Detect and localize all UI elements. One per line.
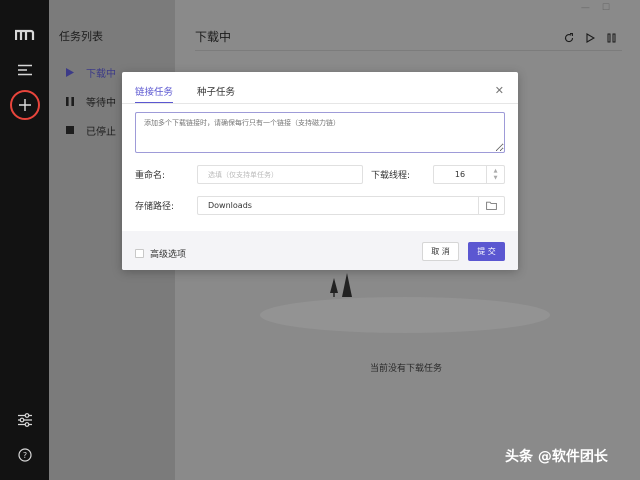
- threads-stepper[interactable]: 16 ▲ ▼: [433, 165, 505, 184]
- task-list-item-label: 已停止: [86, 126, 116, 138]
- new-task-dialog: 链接任务 种子任务 ✕ 重命名: 选填（仅支持单任务） 下载线程: 16 ▲ ▼…: [122, 72, 518, 270]
- close-icon[interactable]: ✕: [495, 84, 504, 97]
- url-input[interactable]: [135, 112, 505, 153]
- tab-link-task[interactable]: 链接任务: [135, 84, 174, 104]
- rename-placeholder: 选填（仅支持单任务）: [208, 170, 278, 179]
- chevron-down-icon[interactable]: ▼: [494, 175, 498, 182]
- icon-sidebar: ?: [0, 0, 49, 480]
- path-label: 存储路径:: [135, 202, 175, 212]
- empty-state-text: 当前没有下载任务: [370, 364, 443, 374]
- stepper-arrows[interactable]: ▲ ▼: [486, 166, 504, 183]
- main-divider: [195, 50, 622, 51]
- path-value: Downloads: [208, 201, 252, 210]
- path-input[interactable]: Downloads: [197, 196, 505, 215]
- menu-icon[interactable]: [0, 60, 49, 80]
- threads-value: 16: [454, 170, 466, 179]
- empty-illustration: [260, 273, 550, 333]
- task-list-item-waiting[interactable]: 等待中: [66, 93, 116, 109]
- advanced-options-label: 高级选项: [150, 250, 187, 260]
- submit-button[interactable]: 提 交: [468, 242, 505, 261]
- stop-icon: [66, 126, 86, 134]
- refresh-icon[interactable]: [564, 28, 574, 47]
- tab-divider: [122, 103, 518, 104]
- window-controls: — ☐: [581, 3, 610, 13]
- pause-icon: [66, 96, 86, 106]
- settings-icon[interactable]: [0, 410, 49, 430]
- task-list-item-label: 下载中: [86, 68, 116, 80]
- advanced-options-checkbox[interactable]: 高级选项: [135, 247, 186, 260]
- checkbox-icon[interactable]: [135, 249, 144, 258]
- threads-label: 下载线程:: [371, 171, 411, 181]
- play-icon[interactable]: [586, 28, 596, 47]
- task-list-item-stopped[interactable]: 已停止: [66, 122, 116, 138]
- folder-icon[interactable]: [478, 197, 504, 214]
- chevron-up-icon[interactable]: ▲: [494, 168, 498, 175]
- task-list-item-label: 等待中: [86, 97, 116, 109]
- help-icon[interactable]: ?: [0, 445, 49, 465]
- logo-icon: [0, 24, 49, 46]
- rename-label: 重命名:: [135, 171, 166, 181]
- add-task-icon[interactable]: [9, 90, 40, 120]
- pause-icon[interactable]: [607, 28, 616, 47]
- play-icon: [66, 67, 86, 77]
- cancel-button[interactable]: 取 消: [422, 242, 459, 261]
- add-task-button[interactable]: [0, 90, 49, 120]
- maximize-icon[interactable]: ☐: [602, 3, 610, 13]
- main-title: 下载中: [195, 30, 232, 44]
- watermark: 头条 @软件团长: [505, 449, 608, 465]
- tab-torrent-task[interactable]: 种子任务: [197, 84, 235, 104]
- task-list-title: 任务列表: [59, 30, 103, 43]
- rename-input[interactable]: 选填（仅支持单任务）: [197, 165, 363, 184]
- main-toolbar: [564, 28, 616, 47]
- svg-text:?: ?: [22, 451, 26, 460]
- task-list-item-downloading[interactable]: 下载中: [66, 64, 116, 80]
- dialog-tabs: 链接任务 种子任务: [135, 84, 235, 104]
- minimize-icon[interactable]: —: [581, 3, 590, 13]
